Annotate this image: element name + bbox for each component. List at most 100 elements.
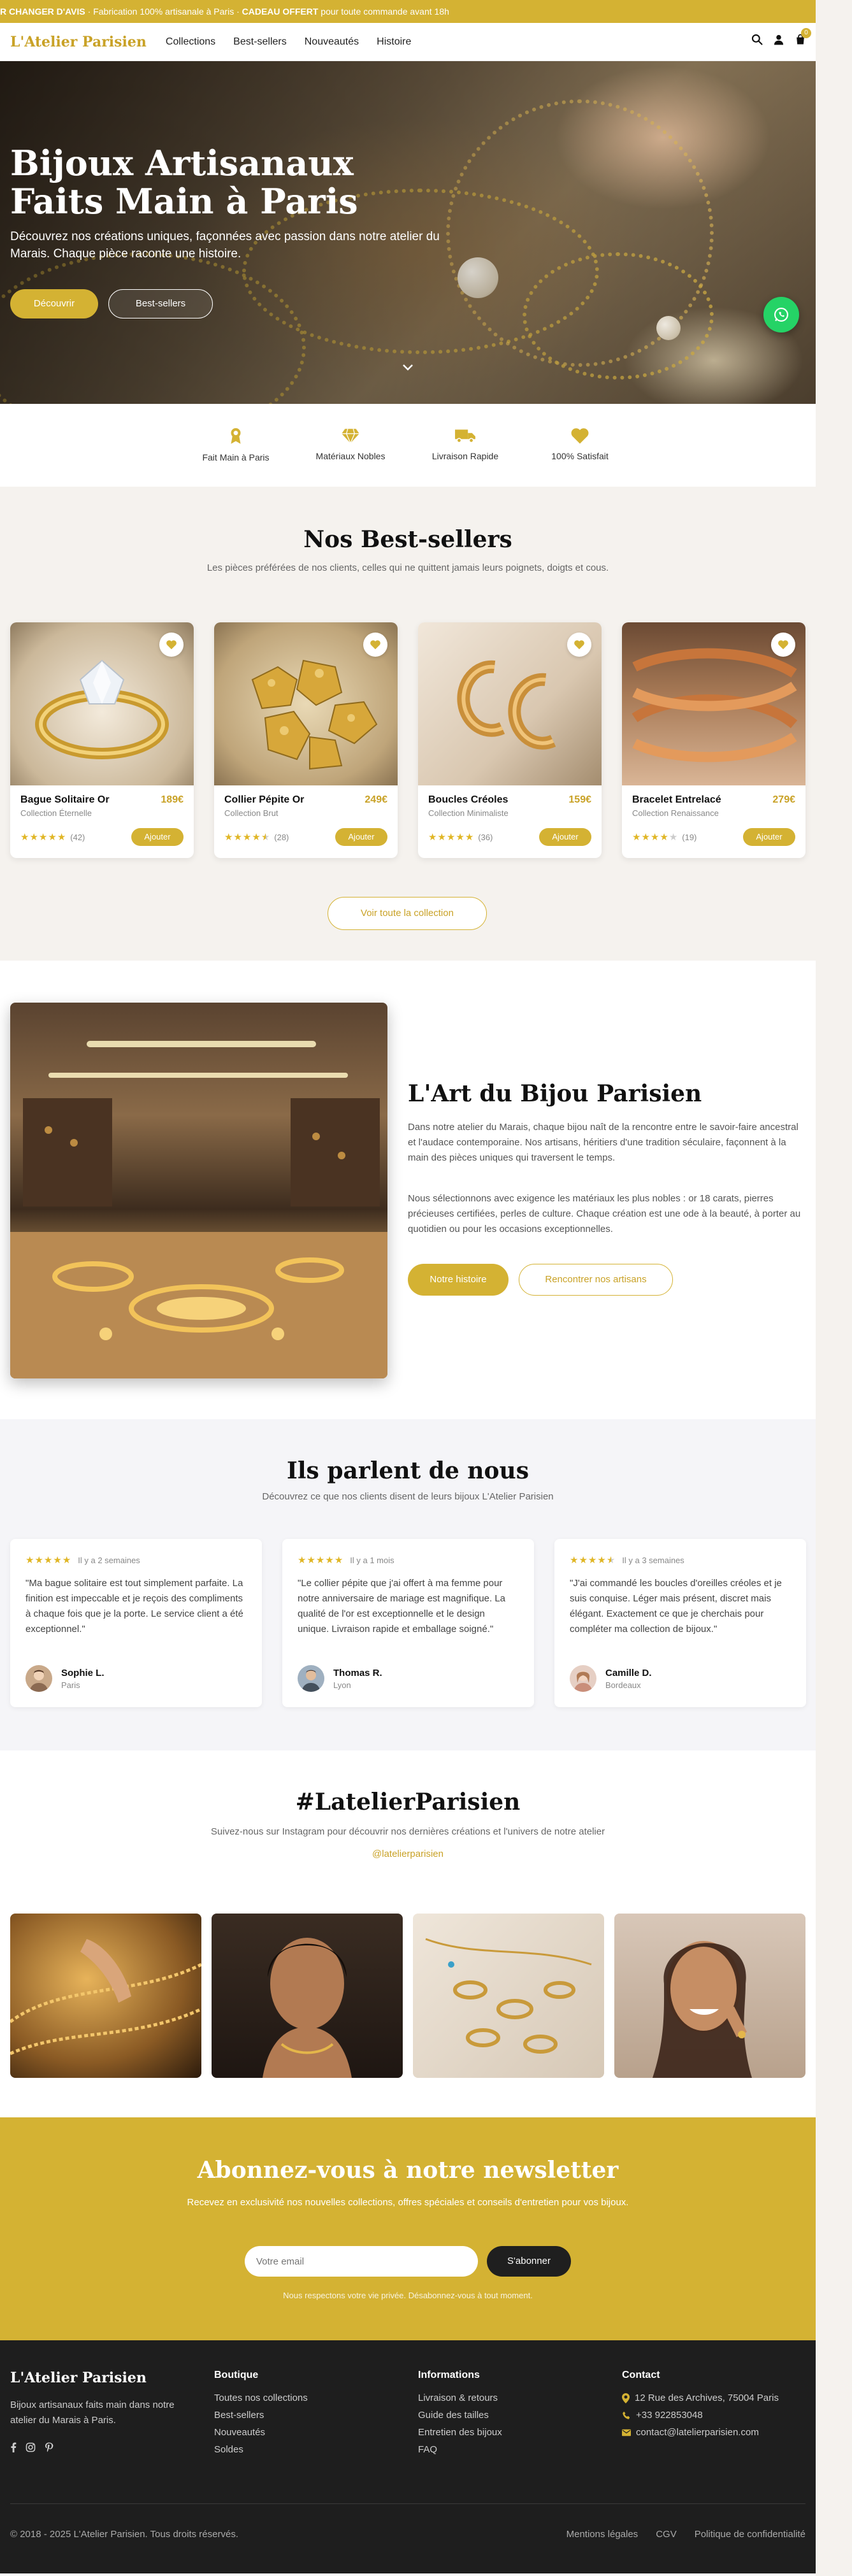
testimonial-quote: "Le collier pépite que j'ai offert à ma … — [298, 1578, 506, 1635]
footer-link[interactable]: Soldes — [214, 2444, 308, 2455]
pinterest-icon[interactable] — [45, 2442, 54, 2456]
subscribe-button[interactable]: S'abonner — [487, 2246, 571, 2277]
star-full-icon: ★ — [650, 832, 660, 843]
newsletter-privacy-note: Nous respectons votre vie privée. Désabo… — [283, 2291, 533, 2300]
product-image[interactable] — [10, 622, 194, 785]
phone-icon — [623, 2411, 630, 2419]
wishlist-button[interactable] — [567, 633, 591, 657]
testimonial-name: Camille D. — [605, 1667, 652, 1678]
chevron-down-icon[interactable] — [400, 362, 415, 376]
wishlist-button[interactable] — [771, 633, 795, 657]
add-to-cart-button[interactable]: Ajouter — [743, 828, 795, 846]
nav-histoire[interactable]: Histoire — [377, 36, 411, 48]
testimonials-title: Ils parlent de nous — [287, 1457, 529, 1484]
footer-link[interactable]: Guide des tailles — [418, 2410, 502, 2421]
star-full-icon: ★ — [298, 1555, 307, 1566]
footer-link[interactable]: Best-sellers — [214, 2410, 308, 2421]
instagram-subtitle: Suivez-nous sur Instagram pour découvrir… — [210, 1826, 605, 1837]
add-to-cart-button[interactable]: Ajouter — [131, 828, 184, 846]
wishlist-button[interactable] — [363, 633, 387, 657]
footer-link[interactable]: Nouveautés — [214, 2427, 308, 2438]
email-field[interactable] — [245, 2246, 478, 2277]
announcement-part1: R CHANGER D'AVIS — [0, 6, 85, 17]
star-full-icon: ★ — [25, 1555, 35, 1566]
wishlist-button[interactable] — [159, 633, 184, 657]
feature-label: Fait Main à Paris — [202, 452, 270, 462]
star-rating: ★★★★★ — [25, 1554, 71, 1566]
bestsellers-section: Nos Best-sellers Les pièces préférées de… — [0, 487, 816, 961]
star-full-icon: ★ — [29, 832, 39, 843]
our-story-button[interactable]: Notre histoire — [408, 1264, 509, 1296]
footer-link[interactable]: Entretien des bijoux — [418, 2427, 502, 2438]
product-price: 249€ — [365, 794, 387, 805]
footer-logo[interactable]: L'Atelier Parisien — [10, 2370, 189, 2386]
nav-nouveautes[interactable]: Nouveautés — [305, 36, 359, 48]
star-full-icon: ★ — [34, 1555, 44, 1566]
meet-artisans-button[interactable]: Rencontrer nos artisans — [519, 1264, 673, 1296]
discover-button[interactable]: Découvrir — [10, 289, 98, 318]
whatsapp-button[interactable] — [763, 297, 799, 333]
nav-best-sellers[interactable]: Best-sellers — [233, 36, 287, 48]
star-full-icon: ★ — [307, 1555, 316, 1566]
product-image[interactable] — [214, 622, 398, 785]
nav-collections[interactable]: Collections — [166, 36, 215, 48]
footer-email[interactable]: contact@latelierparisien.com — [622, 2427, 779, 2438]
footer-phone[interactable]: +33 922853048 — [622, 2410, 779, 2421]
legal-link[interactable]: Politique de confidentialité — [695, 2529, 805, 2540]
product-image[interactable] — [418, 622, 602, 785]
star-rating: ★★★★★ — [298, 1554, 343, 1566]
testimonial-city: Bordeaux — [605, 1680, 641, 1690]
add-to-cart-button[interactable]: Ajouter — [539, 828, 591, 846]
envelope-icon — [622, 2429, 631, 2436]
cart-button[interactable]: 0 — [794, 28, 811, 49]
testimonial-time: Il y a 3 semaines — [622, 1555, 684, 1565]
facebook-icon[interactable] — [10, 2442, 17, 2456]
footer-contact-title: Contact — [622, 2370, 660, 2380]
newsletter-subtitle: Recevez en exclusivité nos nouvelles col… — [187, 2197, 629, 2208]
site-logo[interactable]: L'Atelier Parisien — [10, 34, 147, 50]
testimonial-name: Thomas R. — [333, 1667, 382, 1678]
heart-icon — [370, 640, 380, 650]
product-image[interactable] — [622, 622, 805, 785]
product-card[interactable]: Collier Pépite Or 249€ Collection Brut ★… — [214, 622, 398, 858]
social-links — [10, 2442, 189, 2456]
instagram-post[interactable] — [614, 1914, 805, 2078]
feature-item: Fait Main à Paris — [185, 427, 287, 487]
feature-label: Matériaux Nobles — [315, 451, 386, 461]
instagram-post[interactable] — [10, 1914, 201, 2078]
testimonial-author: Sophie L. Paris — [25, 1665, 105, 1692]
instagram-handle-link[interactable]: @latelierparisien — [0, 1849, 816, 1859]
star-full-icon: ★ — [641, 832, 651, 843]
about-section: L'Art du Bijou Parisien Dans notre ateli… — [0, 961, 816, 1419]
testimonial-time: Il y a 1 mois — [350, 1555, 394, 1565]
newsletter-title: Abonnez-vous à notre newsletter — [197, 2157, 619, 2184]
view-collection-button[interactable]: Voir toute la collection — [328, 897, 487, 930]
instagram-post[interactable] — [212, 1914, 403, 2078]
star-full-icon: ★ — [252, 832, 261, 843]
instagram-post[interactable] — [413, 1914, 604, 2078]
footer-address: 12 Rue des Archives, 75004 Paris — [622, 2393, 779, 2403]
gem-icon — [342, 429, 359, 445]
add-to-cart-button[interactable]: Ajouter — [335, 828, 387, 846]
instagram-grid — [10, 1914, 805, 2078]
hero-subtitle: Découvrez nos créations uniques, façonné… — [10, 230, 440, 261]
footer-link[interactable]: FAQ — [418, 2444, 502, 2455]
product-card[interactable]: Bracelet Entrelacé 279€ Collection Renai… — [622, 622, 805, 858]
star-half-icon: ★ — [261, 832, 271, 843]
feature-item: 100% Satisfait — [529, 427, 631, 487]
legal-link[interactable]: Mentions légales — [567, 2529, 639, 2540]
testimonial-card: ★★★★★ Il y a 2 semaines "Ma bague solita… — [10, 1539, 262, 1707]
best-sellers-button[interactable]: Best-sellers — [108, 289, 213, 318]
footer-phone-text: +33 922853048 — [636, 2410, 703, 2421]
star-full-icon: ★ — [579, 1555, 588, 1566]
about-paragraph-2: Nous sélectionnons avec exigence les mat… — [408, 1193, 801, 1234]
hero-section: Bijoux Artisanaux Faits Main à Paris Déc… — [0, 61, 816, 404]
product-card[interactable]: Boucles Créoles 159€ Collection Minimali… — [418, 622, 602, 858]
legal-link[interactable]: CGV — [656, 2529, 677, 2540]
footer-link[interactable]: Livraison & retours — [418, 2393, 502, 2403]
user-icon[interactable] — [772, 33, 785, 49]
footer-link[interactable]: Toutes nos collections — [214, 2393, 308, 2403]
product-card[interactable]: Bague Solitaire Or 189€ Collection Étern… — [10, 622, 194, 858]
search-icon[interactable] — [751, 33, 763, 49]
instagram-icon[interactable] — [25, 2442, 36, 2456]
